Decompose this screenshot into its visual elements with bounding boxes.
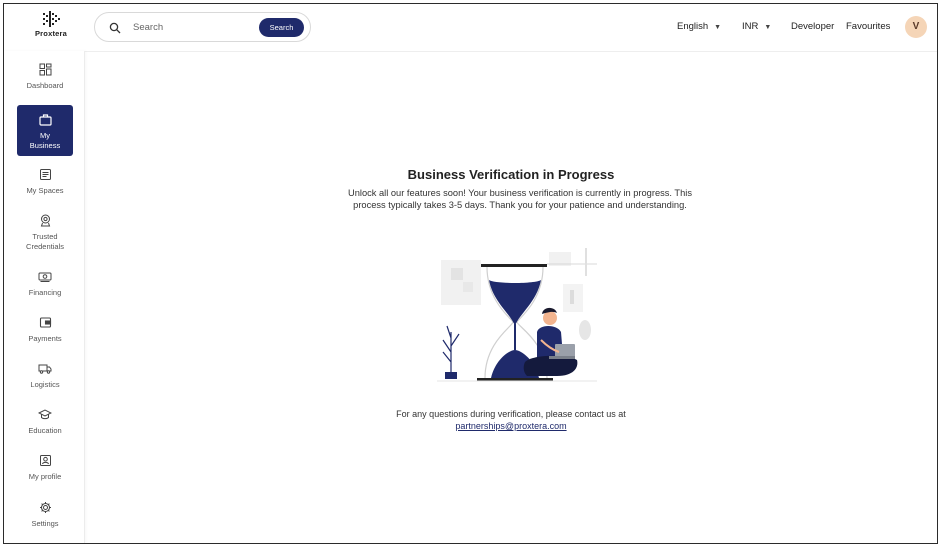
search-input[interactable] <box>133 19 253 35</box>
user-avatar[interactable]: V <box>905 16 927 38</box>
wallet-icon <box>17 316 73 330</box>
search-button[interactable]: Search <box>259 18 304 37</box>
sidebar-item-settings[interactable]: Settings <box>17 501 73 529</box>
sidebar-item-label: Dashboard <box>26 81 64 90</box>
profile-icon <box>17 454 73 468</box>
spaces-icon <box>17 168 73 182</box>
chevron-down-icon: ▼ <box>764 24 772 31</box>
contact-email-wrapper: partnerships@proxtera.com <box>85 421 937 431</box>
financing-icon <box>17 270 73 284</box>
sidebar-item-my-profile[interactable]: My profile <box>17 454 73 482</box>
developer-link[interactable]: Developer <box>791 21 834 32</box>
chevron-down-icon: ▼ <box>714 24 722 31</box>
brand-name: Proxtera <box>34 29 68 38</box>
currency-selector[interactable]: INR ▼ <box>742 21 771 32</box>
dashboard-icon <box>17 63 73 77</box>
sidebar-item-label: My Spaces <box>26 186 64 195</box>
language-selector[interactable]: English ▼ <box>677 21 721 32</box>
sidebar-item-my-business[interactable]: My Business <box>17 105 73 156</box>
main-content: Business Verification in Progress Unlock… <box>85 52 937 543</box>
sidebar-item-label: Settings <box>31 519 59 528</box>
language-label: English <box>677 21 709 32</box>
contact-email-link[interactable]: partnerships@proxtera.com <box>455 421 566 431</box>
sidebar-item-my-spaces[interactable]: My Spaces <box>17 168 73 196</box>
sidebar-item-logistics[interactable]: Logistics <box>17 362 73 390</box>
sidebar-item-label: Financing <box>28 288 62 297</box>
search-bar: Search <box>94 12 311 42</box>
currency-label: INR <box>742 21 759 32</box>
page-title: Business Verification in Progress <box>407 167 615 182</box>
sidebar: Dashboard My Business My Spaces Trusted … <box>4 51 85 543</box>
logo-mark-icon <box>43 11 60 27</box>
sidebar-item-label: Trusted Credentials <box>26 232 64 251</box>
sidebar-item-label: Logistics <box>30 380 60 389</box>
hourglass-illustration <box>437 242 602 392</box>
truck-icon <box>17 362 73 376</box>
sidebar-item-label: Payments <box>28 334 62 343</box>
verification-description: Unlock all our features soon! Your busin… <box>348 188 692 210</box>
brand-logo[interactable]: Proxtera <box>31 11 71 38</box>
sidebar-item-financing[interactable]: Financing <box>17 270 73 298</box>
search-icon <box>109 21 121 39</box>
favourites-link[interactable]: Favourites <box>846 21 890 32</box>
sidebar-item-label: Education <box>28 426 62 435</box>
settings-icon <box>17 501 73 515</box>
contact-text: For any questions during verification, p… <box>396 409 626 419</box>
sidebar-item-payments[interactable]: Payments <box>17 316 73 344</box>
sidebar-item-dashboard[interactable]: Dashboard <box>17 63 73 91</box>
sidebar-item-trusted-credentials[interactable]: Trusted Credentials <box>17 214 73 251</box>
app-window: Proxtera Search English▼ INR▼ Developer … <box>3 3 938 544</box>
briefcase-icon <box>17 113 73 127</box>
credentials-icon <box>17 214 73 228</box>
top-header: Proxtera Search English▼ INR▼ Developer … <box>4 4 937 52</box>
sidebar-item-label: My profile <box>28 472 62 481</box>
education-icon <box>17 408 73 422</box>
sidebar-item-label: My Business <box>29 131 61 150</box>
sidebar-item-education[interactable]: Education <box>17 408 73 436</box>
